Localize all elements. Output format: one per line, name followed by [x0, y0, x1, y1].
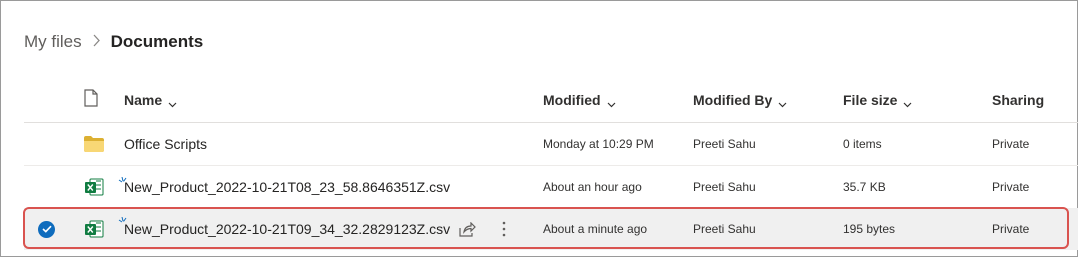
column-header-sharing-label: Sharing — [992, 92, 1045, 108]
excel-icon — [84, 166, 104, 208]
chevron-down-icon — [903, 96, 912, 107]
chevron-right-icon — [92, 34, 101, 51]
chevron-down-icon — [607, 96, 616, 107]
column-header-row: Name Modified Modified By File size Shar… — [24, 78, 1078, 123]
modified-by-value: Preeti Sahu — [693, 222, 756, 236]
column-header-modified[interactable]: Modified — [543, 78, 616, 122]
column-header-sharing[interactable]: Sharing — [992, 78, 1044, 122]
more-actions-icon[interactable] — [502, 208, 506, 250]
breadcrumb: My files Documents — [24, 30, 203, 54]
chevron-down-icon — [168, 96, 177, 107]
file-size-value: 195 bytes — [843, 222, 896, 236]
chevron-down-icon — [778, 96, 787, 107]
file-name[interactable]: Office Scripts — [124, 123, 207, 165]
modified-value: Monday at 10:29 PM — [543, 137, 654, 151]
file-size-value: 35.7 KB — [843, 180, 886, 194]
column-header-modified-by[interactable]: Modified By — [693, 78, 787, 122]
share-icon[interactable] — [459, 208, 476, 250]
checkmark-circle-icon — [38, 220, 55, 238]
modified-by-value: Preeti Sahu — [693, 137, 756, 151]
modified-value: About a minute ago — [543, 222, 648, 236]
sharing-value: Private — [992, 180, 1030, 194]
row-checkbox[interactable] — [38, 208, 55, 250]
list-item-selected[interactable]: New_Product_2022-10-21T09_34_32.2829123Z… — [24, 208, 1078, 250]
column-header-file-size-label: File size — [843, 92, 898, 108]
sharing-value: Private — [992, 222, 1030, 236]
column-header-modified-by-label: Modified By — [693, 92, 773, 108]
file-size-value: 0 items — [843, 137, 882, 151]
breadcrumb-my-files[interactable]: My files — [24, 32, 82, 52]
modified-value: About an hour ago — [543, 180, 642, 194]
sharing-value: Private — [992, 137, 1030, 151]
breadcrumb-documents: Documents — [110, 32, 204, 51]
list-item[interactable]: Office Scripts Monday at 10:29 PM Preeti… — [24, 123, 1078, 166]
file-type-icon — [84, 88, 98, 112]
column-header-name-label: Name — [124, 92, 163, 108]
file-name[interactable]: New_Product_2022-10-21T09_34_32.2829123Z… — [124, 208, 450, 250]
column-header-modified-label: Modified — [543, 92, 601, 108]
list-item[interactable]: New_Product_2022-10-21T08_23_58.8646351Z… — [24, 166, 1078, 209]
column-header-name[interactable]: Name — [124, 78, 177, 122]
folder-icon — [84, 123, 104, 165]
modified-by-value: Preeti Sahu — [693, 180, 756, 194]
file-type-header[interactable] — [84, 78, 98, 122]
file-name[interactable]: New_Product_2022-10-21T08_23_58.8646351Z… — [124, 166, 450, 208]
column-header-file-size[interactable]: File size — [843, 78, 912, 122]
excel-icon — [84, 208, 104, 250]
